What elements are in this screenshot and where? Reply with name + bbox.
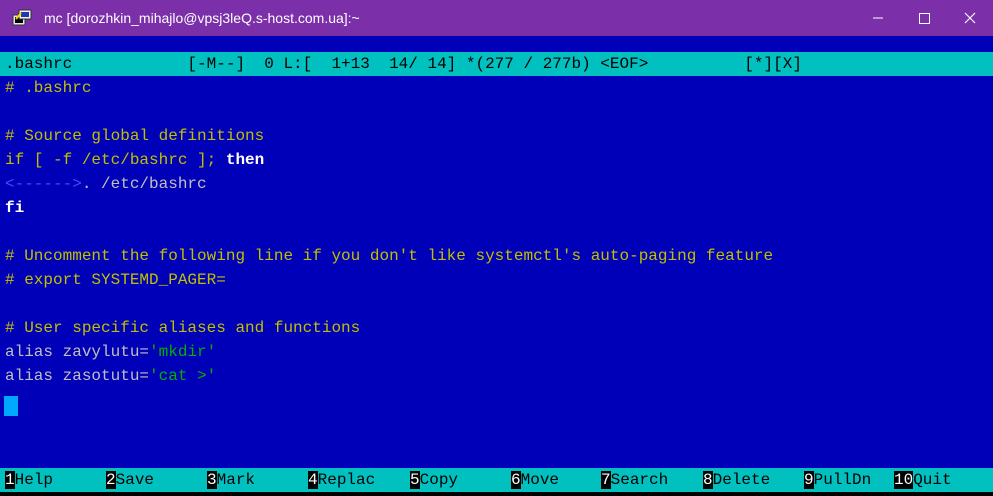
fkey-move-button[interactable]: 6Move (511, 468, 559, 492)
fkey-replac-button[interactable]: 4Replac (308, 468, 375, 492)
fkey-label: Search (610, 471, 669, 489)
code-token: 'mkdir' (149, 343, 217, 361)
editor-status-bar: .bashrc [-M--] 0 L:[ 1+13 14/ 14] *(277 … (0, 52, 993, 76)
function-key-bar: 1Help 2Save 3Mark 4Replac 5Copy 6Move 7Search 8… (0, 468, 993, 492)
close-button[interactable] (947, 0, 993, 36)
status-text: .bashrc [-M--] 0 L:[ 1+13 14/ 14] *(277 … (5, 55, 802, 73)
close-icon (964, 12, 976, 24)
fkey-copy-button[interactable]: 5Copy (410, 468, 458, 492)
fkey-label: Delete (712, 471, 771, 489)
fkey-label: PullDn (813, 471, 872, 489)
minimize-button[interactable] (855, 0, 901, 36)
editor-line: alias zavylutu='mkdir' (5, 340, 216, 364)
title-bar[interactable]: mc [dorozhkin_mihajlo@vpsj3leQ.s-host.co… (0, 0, 993, 36)
editor-line: # .bashrc (5, 76, 91, 100)
fkey-label: Replac (317, 471, 376, 489)
fkey-number: 7 (601, 471, 611, 489)
fkey-label: Save (115, 471, 155, 489)
code-token: # User specific aliases and functions (5, 319, 361, 337)
code-token: then (225, 151, 265, 169)
editor-line: # Uncomment the following line if you do… (5, 244, 773, 268)
window-bottom-border (0, 492, 993, 496)
code-token: if [ -f /etc/bashrc ]; (5, 151, 226, 169)
code-token: 'cat >' (149, 367, 217, 385)
fkey-help-button[interactable]: 1Help (5, 468, 53, 492)
code-token: # Uncomment the following line if you do… (5, 247, 774, 265)
maximize-icon (919, 13, 930, 24)
fkey-delete-button[interactable]: 8Delete (703, 468, 770, 492)
fkey-mark-button[interactable]: 3Mark (207, 468, 255, 492)
fkey-number: 3 (207, 471, 217, 489)
code-token: alias zavylutu= (5, 343, 150, 361)
editor-line: # User specific aliases and functions (5, 316, 360, 340)
fkey-number: 10 (894, 471, 914, 489)
fkey-label: Mark (216, 471, 256, 489)
fkey-number: 4 (308, 471, 318, 489)
fkey-search-button[interactable]: 7Search (601, 468, 668, 492)
editor-line: <------>. /etc/bashrc (5, 172, 207, 196)
code-token: fi (5, 199, 25, 217)
code-token: <------> (5, 175, 82, 193)
text-cursor (4, 396, 18, 416)
fkey-label: Help (14, 471, 54, 489)
fkey-number: 2 (106, 471, 116, 489)
code-token: . /etc/bashrc (81, 175, 207, 193)
minimize-icon (873, 17, 883, 19)
window-title: mc [dorozhkin_mihajlo@vpsj3leQ.s-host.co… (44, 10, 360, 26)
code-token: # .bashrc (5, 79, 92, 97)
putty-terminal-icon (12, 9, 32, 26)
fkey-number: 1 (5, 471, 15, 489)
code-token: # export SYSTEMD_PAGER= (5, 271, 226, 289)
maximize-button[interactable] (901, 0, 947, 36)
fkey-number: 9 (804, 471, 814, 489)
editor-line: if [ -f /etc/bashrc ]; then (5, 148, 264, 172)
fkey-save-button[interactable]: 2Save (106, 468, 154, 492)
fkey-label: Copy (419, 471, 459, 489)
fkey-number: 8 (703, 471, 713, 489)
fkey-quit-button[interactable]: 10Quit (894, 468, 952, 492)
code-token: alias zasotutu= (5, 367, 150, 385)
fkey-label: Quit (913, 471, 952, 489)
fkey-label: Move (520, 471, 560, 489)
fkey-number: 6 (511, 471, 521, 489)
code-token: # Source global definitions (5, 127, 265, 145)
fkey-number: 5 (410, 471, 420, 489)
editor-line: # export SYSTEMD_PAGER= (5, 268, 226, 292)
editor-line: # Source global definitions (5, 124, 264, 148)
editor-line: alias zasotutu='cat >' (5, 364, 216, 388)
editor-line: fi (5, 196, 24, 220)
fkey-pulldn-button[interactable]: 9PullDn (804, 468, 871, 492)
